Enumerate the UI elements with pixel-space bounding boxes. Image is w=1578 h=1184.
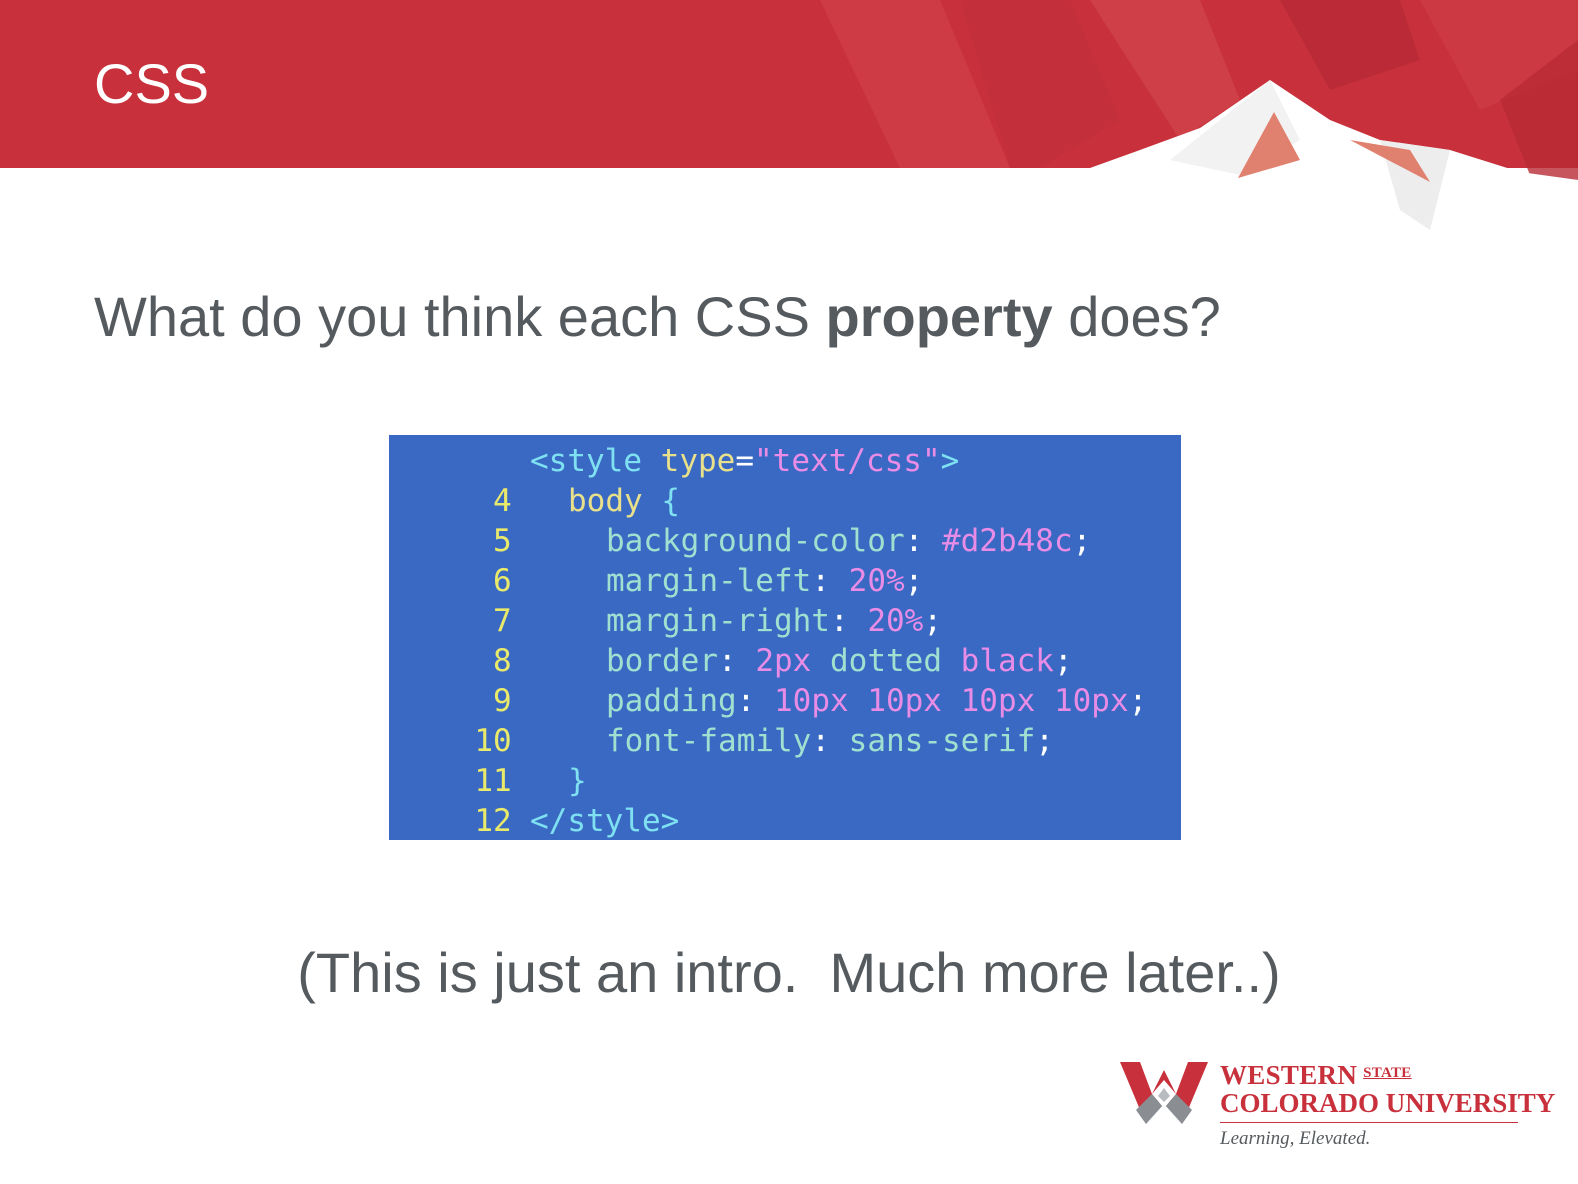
logo-line-1: WESTERN STATE bbox=[1220, 1060, 1412, 1091]
logo-divider bbox=[1220, 1122, 1518, 1123]
code-token: : bbox=[717, 643, 737, 679]
code-line-6: 6 background-color: #d2b48c; bbox=[389, 521, 1091, 599]
university-logo: WESTERN STATE COLORADO UNIVERSITY Learnin… bbox=[1118, 1058, 1555, 1158]
code-token: ; bbox=[1035, 723, 1054, 759]
code-token: : bbox=[829, 603, 849, 639]
header-banner bbox=[0, 0, 1578, 240]
code-token: padding bbox=[606, 683, 737, 719]
code-token: : bbox=[811, 563, 830, 599]
code-token: ; bbox=[1128, 683, 1148, 719]
code-line-4: 4 <style type="text/css"> bbox=[389, 441, 959, 519]
code-token: #d2b48c bbox=[941, 523, 1073, 559]
code-token: sans-serif bbox=[848, 723, 1036, 759]
code-token: ; bbox=[923, 603, 942, 639]
code-token: < bbox=[530, 443, 549, 479]
code-token: </style> bbox=[530, 803, 680, 839]
code-token: body bbox=[568, 483, 643, 519]
w-mountain-logo-icon bbox=[1120, 1062, 1208, 1124]
code-token: 10px 10px 10px 10px bbox=[774, 683, 1129, 719]
logo-tagline: Learning, Elevated. bbox=[1220, 1128, 1371, 1149]
code-token: margin-left bbox=[606, 563, 812, 599]
code-token: 20% bbox=[867, 603, 924, 639]
code-token: : bbox=[904, 523, 924, 559]
code-token: } bbox=[568, 763, 587, 799]
code-token: = bbox=[735, 443, 754, 479]
code-token: type bbox=[660, 443, 736, 479]
code-line-11: 11 font-family: sans-serif; bbox=[389, 721, 1054, 799]
code-line-13: 13 </style> bbox=[389, 801, 679, 840]
question-pre: What do you think each CSS bbox=[94, 285, 826, 348]
slide-title: CSS bbox=[94, 52, 210, 115]
code-token: style bbox=[548, 443, 642, 479]
logo-line-2: COLORADO UNIVERSITY bbox=[1220, 1088, 1556, 1118]
code-token: background-color bbox=[606, 523, 905, 559]
code-token: 2px bbox=[755, 643, 812, 679]
code-token: { bbox=[661, 483, 680, 519]
code-token: font-family bbox=[606, 723, 812, 759]
code-line-9: 9 border: 2px dotted black; bbox=[389, 641, 1073, 719]
logo-state: STATE bbox=[1363, 1065, 1412, 1081]
code-token: ; bbox=[1053, 643, 1073, 679]
footnote-text: (This is just an intro. Much more later.… bbox=[297, 941, 1281, 1004]
code-token: black bbox=[960, 643, 1054, 679]
code-line-7: 7 margin-left: 20%; bbox=[389, 561, 923, 639]
question-post: does? bbox=[1052, 285, 1221, 348]
logo-western: WESTERN bbox=[1220, 1060, 1358, 1090]
code-token: ; bbox=[904, 563, 924, 599]
code-token: border bbox=[606, 643, 718, 679]
code-line-8: 8 margin-right: 20%; bbox=[389, 601, 942, 679]
code-token: > bbox=[940, 443, 960, 479]
code-token: 20% bbox=[848, 563, 905, 599]
code-token: ; bbox=[1072, 523, 1092, 559]
code-line-5: 5 body { bbox=[389, 481, 680, 559]
code-line-12: 12 } bbox=[389, 761, 586, 839]
code-token: dotted bbox=[830, 643, 942, 679]
code-screenshot: 4 <style type="text/css"> 5 body { 6 bac… bbox=[389, 435, 1181, 840]
code-line-10: 10 padding: 10px 10px 10px 10px; bbox=[389, 681, 1147, 759]
code-token: "text/css" bbox=[754, 443, 941, 479]
question-bold: property bbox=[825, 285, 1053, 348]
code-token: : bbox=[736, 683, 756, 719]
question-text: What do you think each CSS property does… bbox=[94, 286, 1221, 348]
code-token: margin-right bbox=[606, 603, 830, 639]
code-token: : bbox=[811, 723, 830, 759]
